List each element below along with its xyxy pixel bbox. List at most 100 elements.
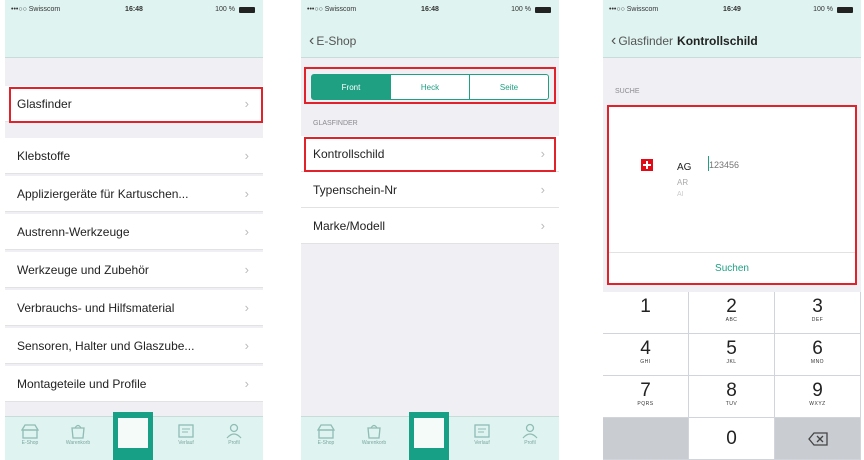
key-digit: 4 <box>640 338 651 359</box>
profile-icon <box>226 423 242 439</box>
key-8[interactable]: 8 TUV <box>689 376 775 418</box>
qr-scan-button[interactable] <box>113 412 153 460</box>
key-digit: 5 <box>726 338 737 359</box>
list-item[interactable]: Austrenn-Werkzeuge › <box>5 214 263 250</box>
list-item[interactable]: Werkzeuge und Zubehör › <box>5 252 263 288</box>
tab-warenkorb[interactable]: Warenkorb <box>61 423 95 457</box>
tab-verlauf[interactable]: Verlauf <box>465 423 499 457</box>
bag-icon <box>367 424 381 439</box>
status-bar: •••○○ Swisscom 16:48 100 % <box>5 6 263 20</box>
key-4[interactable]: 4 GHI <box>603 334 689 376</box>
section-header: GLASFINDER <box>313 120 358 127</box>
backspace-icon <box>807 432 828 446</box>
battery-percent: 100 % <box>511 6 531 13</box>
profile-icon <box>522 423 538 439</box>
qr-scan-button[interactable] <box>409 412 449 460</box>
tab-label: Warenkorb <box>361 440 387 446</box>
list-item-label: Klebstoffe <box>17 148 71 163</box>
list-item[interactable]: Klebstoffe › <box>5 138 263 174</box>
list-item-label: Typenschein-Nr <box>313 182 398 197</box>
tab-profil[interactable]: Profil <box>217 423 251 457</box>
back-button[interactable]: ‹ Glasfinder Kontrollschild <box>611 32 758 49</box>
segment-front[interactable]: Front <box>312 75 390 99</box>
key-digit: 3 <box>812 296 823 317</box>
back-label: E-Shop <box>316 34 357 48</box>
key-digit: 0 <box>726 428 737 449</box>
chevron-right-icon: › <box>244 186 249 201</box>
swiss-flag-icon <box>641 159 653 171</box>
numeric-keypad: 1 2 ABC 3 DEF 4 GHI 5 JKL 6 MNO 7 PQRS 8 TUV 9W… <box>603 292 861 460</box>
chevron-right-icon: › <box>540 182 545 197</box>
key-7[interactable]: 7 PQRS <box>603 376 689 418</box>
list-item-glasfinder[interactable]: Glasfinder › <box>5 86 263 122</box>
list-item-label: Montageteile und Profile <box>17 376 147 391</box>
shop-icon <box>317 424 335 439</box>
canton-picker-option[interactable]: AR <box>677 178 688 187</box>
history-icon <box>178 424 194 438</box>
shop-icon <box>21 424 39 439</box>
key-5[interactable]: 5 JKL <box>689 334 775 376</box>
key-digit: 6 <box>812 338 823 359</box>
screen-kontrollschild: •••○○ Swisscom 16:49 100 % ‹ Glasfinder … <box>603 0 861 460</box>
list-item[interactable]: Verbrauchs- und Hilfsmaterial › <box>5 290 263 326</box>
key-letters: JKL <box>726 359 737 365</box>
navbar: •••○○ Swisscom 16:49 100 % ‹ Glasfinder … <box>603 0 861 58</box>
list-item-label: Verbrauchs- und Hilfsmaterial <box>17 300 175 315</box>
key-6[interactable]: 6 MNO <box>775 334 861 376</box>
chevron-right-icon: › <box>244 300 249 315</box>
back-label: Glasfinder <box>618 34 674 48</box>
tab-warenkorb[interactable]: Warenkorb <box>357 423 391 457</box>
bag-icon <box>71 424 85 439</box>
battery-percent: 100 % <box>215 6 235 13</box>
status-bar: •••○○ Swisscom 16:48 100 % <box>301 6 559 20</box>
tab-label: E-Shop <box>317 440 335 446</box>
chevron-right-icon: › <box>540 218 545 233</box>
canton-picker-selected[interactable]: AG <box>677 162 691 173</box>
list-item-label: Marke/Modell <box>313 218 386 233</box>
list-item[interactable]: Sensoren, Halter und Glaszube... › <box>5 328 263 364</box>
segment-seite[interactable]: Seite <box>469 75 548 99</box>
key-3[interactable]: 3 DEF <box>775 292 861 334</box>
chevron-left-icon: ‹ <box>611 32 617 49</box>
list-item-label: Sensoren, Halter und Glaszube... <box>17 338 195 353</box>
plate-number-input[interactable] <box>709 158 799 172</box>
screen-glasfinder: •••○○ Swisscom 16:48 100 % ‹ E-Shop Fron… <box>301 0 559 460</box>
chevron-left-icon: ‹ <box>309 32 315 49</box>
battery-icon <box>837 7 853 13</box>
key-digit: 7 <box>640 380 651 401</box>
chevron-right-icon: › <box>244 262 249 277</box>
list-item-label: Werkzeuge und Zubehör <box>17 262 149 277</box>
list-item-kontrollschild[interactable]: Kontrollschild › <box>301 136 559 172</box>
tab-label: Profil <box>524 440 536 446</box>
tab-label: Warenkorb <box>65 440 91 446</box>
key-9[interactable]: 9 WXYZ <box>775 376 861 418</box>
key-letters: MNO <box>810 359 825 365</box>
key-2[interactable]: 2 ABC <box>689 292 775 334</box>
tab-profil[interactable]: Profil <box>513 423 547 457</box>
list-item[interactable]: Appliziergeräte für Kartuschen... › <box>5 176 263 212</box>
key-letters: TUV <box>725 401 738 407</box>
segment-heck[interactable]: Heck <box>390 75 469 99</box>
search-button[interactable]: Suchen <box>607 252 857 284</box>
battery-icon <box>535 7 551 13</box>
tab-label: Verlauf <box>474 440 490 446</box>
canton-picker-option[interactable]: AI <box>677 191 684 198</box>
key-1[interactable]: 1 <box>603 292 689 334</box>
tab-label: Profil <box>228 440 240 446</box>
back-button[interactable]: ‹ E-Shop <box>309 32 357 49</box>
tab-verlauf[interactable]: Verlauf <box>169 423 203 457</box>
list-item[interactable]: Montageteile und Profile › <box>5 366 263 402</box>
list-item-typenschein[interactable]: Typenschein-Nr › <box>301 172 559 208</box>
list-item-marke-modell[interactable]: Marke/Modell › <box>301 208 559 244</box>
key-blank <box>603 418 689 460</box>
tab-eshop[interactable]: E-Shop <box>309 423 343 457</box>
list-item-label: Appliziergeräte für Kartuschen... <box>17 186 189 201</box>
key-0[interactable]: 0 <box>689 418 775 460</box>
chevron-right-icon: › <box>244 224 249 239</box>
tab-label: E-Shop <box>21 440 39 446</box>
page-title: Kontrollschild <box>677 34 758 48</box>
tab-eshop[interactable]: E-Shop <box>13 423 47 457</box>
list-item-label: Kontrollschild <box>313 146 385 161</box>
key-letters: ABC <box>725 317 738 323</box>
key-delete[interactable] <box>775 418 861 460</box>
